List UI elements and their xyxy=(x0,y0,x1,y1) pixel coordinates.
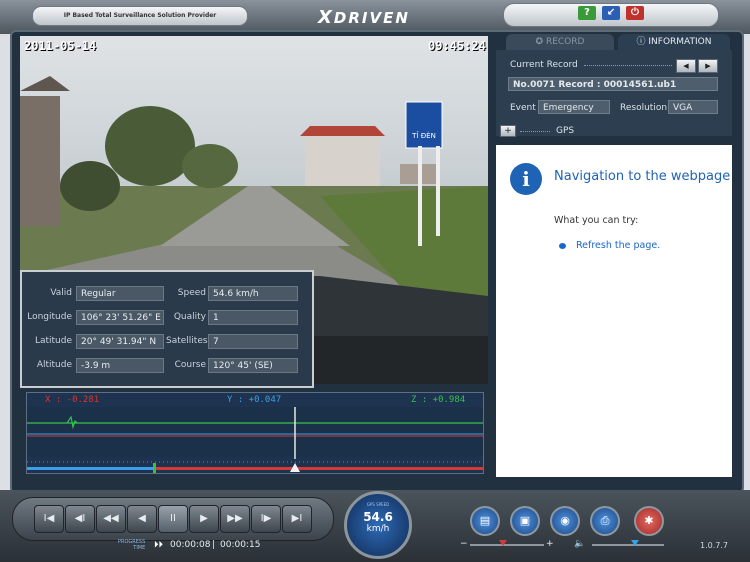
volume-icon[interactable]: 🔈 xyxy=(574,539,585,549)
zoom-in-icon[interactable]: + xyxy=(546,539,554,549)
gps-info-panel: Valid Regular Speed 54.6 km/h Longitude … xyxy=(20,270,314,388)
webview-try-label: What you can try: xyxy=(554,215,639,226)
info-icon: ⓘ xyxy=(636,37,649,47)
gps-expand-button[interactable]: + xyxy=(500,125,516,137)
settings-tools-icon[interactable]: ✱ xyxy=(634,506,664,536)
satellites-value: 7 xyxy=(208,334,298,349)
save-icon[interactable]: ▣ xyxy=(510,506,540,536)
tab-bar: ✪ RECORD ⓘ INFORMATION xyxy=(496,34,732,50)
tab-information-label: INFORMATION xyxy=(648,37,712,47)
longitude-label: Longitude xyxy=(27,312,72,322)
video-date: 2011-05-14 xyxy=(24,39,97,53)
course-value: 120° 45' (SE) xyxy=(208,358,298,373)
print-icon[interactable]: ⎙ xyxy=(590,506,620,536)
gps-speedometer: GPS SPEED 54.6 km/h xyxy=(344,491,412,559)
minimize-button[interactable]: ↙ xyxy=(602,6,620,20)
play-backward-button[interactable]: ◀ xyxy=(127,505,157,533)
version-label: 1.0.7.7 xyxy=(700,541,728,550)
g-sensor-graph[interactable]: X : -0.281 Y : +0.047 Z : +0.984 xyxy=(26,392,484,474)
play-indicator-icon: ⏵⏵ xyxy=(154,540,164,550)
gps-section-label: GPS xyxy=(556,126,575,136)
camera-icon[interactable]: ◉ xyxy=(550,506,580,536)
speedometer-unit: km/h xyxy=(366,524,390,534)
gps-section-bar: + GPS xyxy=(496,125,732,137)
x-axis-readout: X : -0.281 xyxy=(45,395,100,405)
refresh-link[interactable]: Refresh the page. xyxy=(576,240,660,251)
tab-information[interactable]: ⓘ INFORMATION xyxy=(618,34,730,50)
speed-label: Speed xyxy=(177,288,206,298)
tab-record-label: RECORD xyxy=(545,37,585,47)
tagline: IP Based Total Surveillance Solution Pro… xyxy=(32,6,248,26)
tab-record[interactable]: ✪ RECORD xyxy=(506,34,614,50)
first-frame-button[interactable]: I◀ xyxy=(34,505,64,533)
road-sign-text: TỈ ĐÈN xyxy=(411,131,436,140)
timeline-remaining xyxy=(155,467,483,470)
volume-slider[interactable] xyxy=(592,540,664,546)
quality-label: Quality xyxy=(173,312,206,322)
record-icon: ✪ xyxy=(535,37,546,47)
zoom-slider-handle[interactable] xyxy=(499,540,508,546)
divider xyxy=(584,65,672,66)
timeline-played xyxy=(27,467,155,470)
valid-label: Valid xyxy=(50,288,72,298)
y-axis-readout: Y : +0.047 xyxy=(227,395,282,405)
prev-record-button[interactable]: ◀ xyxy=(676,59,696,73)
map-webview[interactable]: i Navigation to the webpage was canceled… xyxy=(496,145,732,477)
latitude-value: 20° 49' 31.94" N xyxy=(76,334,164,349)
altitude-label: Altitude xyxy=(36,360,72,370)
speed-value: 54.6 km/h xyxy=(208,286,298,301)
play-button[interactable]: ▶ xyxy=(189,505,219,533)
zoom-slider[interactable] xyxy=(470,540,544,546)
time-separator: | xyxy=(212,540,216,550)
total-time: 00:00:15 xyxy=(220,540,261,550)
resolution-label: Resolution xyxy=(620,103,668,113)
volume-slider-handle[interactable] xyxy=(631,540,640,546)
z-axis-readout: Z : +0.984 xyxy=(411,395,466,405)
zoom-out-icon[interactable]: − xyxy=(460,539,468,549)
bullet-icon xyxy=(559,243,566,249)
sensor-waveform xyxy=(27,407,483,473)
event-marker xyxy=(153,463,156,473)
info-icon: i xyxy=(510,163,542,195)
logo-text: DRIVEN xyxy=(333,9,410,27)
next-record-button[interactable]: ▶ xyxy=(698,59,718,73)
app-logo: XDRIVEN xyxy=(318,8,434,28)
satellites-label: Satellites xyxy=(166,336,208,346)
elapsed-time: 00:00:08 xyxy=(170,540,211,550)
speedometer-value: 54.6 xyxy=(363,510,393,524)
latitude-label: Latitude xyxy=(34,336,72,346)
last-frame-button[interactable]: ▶I xyxy=(282,505,312,533)
fast-forward-button[interactable]: ▶▶ xyxy=(220,505,250,533)
book-icon[interactable]: ▤ xyxy=(470,506,500,536)
event-label: Event xyxy=(510,103,536,113)
course-label: Course xyxy=(174,360,206,370)
speedometer-caption: GPS SPEED xyxy=(366,502,390,507)
record-value: No.0071 Record : 00014561.ub1 xyxy=(508,77,718,91)
event-value: Emergency xyxy=(538,100,610,114)
power-button[interactable]: ⏻ xyxy=(626,6,644,20)
divider xyxy=(520,131,550,132)
resolution-value: VGA xyxy=(668,100,718,114)
logo-mark: X xyxy=(318,7,334,28)
quality-value: 1 xyxy=(208,310,298,325)
longitude-value: 106° 23' 51.26" E xyxy=(76,310,164,325)
help-button[interactable]: ? xyxy=(578,6,596,20)
webview-heading: Navigation to the webpage was canceled xyxy=(554,169,732,184)
step-back-button[interactable]: ◀I xyxy=(65,505,95,533)
progress-time-label: PROGRESS TIME xyxy=(118,539,145,551)
record-info-panel: Current Record ◀ ▶ No.0071 Record : 0001… xyxy=(496,50,732,136)
step-forward-button[interactable]: I▶ xyxy=(251,505,281,533)
pause-button[interactable]: II xyxy=(158,505,188,533)
valid-value: Regular xyxy=(76,286,164,301)
altitude-value: -3.9 m xyxy=(76,358,164,373)
video-time: 09:45:24 xyxy=(428,39,486,53)
current-record-label: Current Record xyxy=(510,60,578,70)
time-label: TIME xyxy=(133,545,146,551)
rewind-button[interactable]: ◀◀ xyxy=(96,505,126,533)
